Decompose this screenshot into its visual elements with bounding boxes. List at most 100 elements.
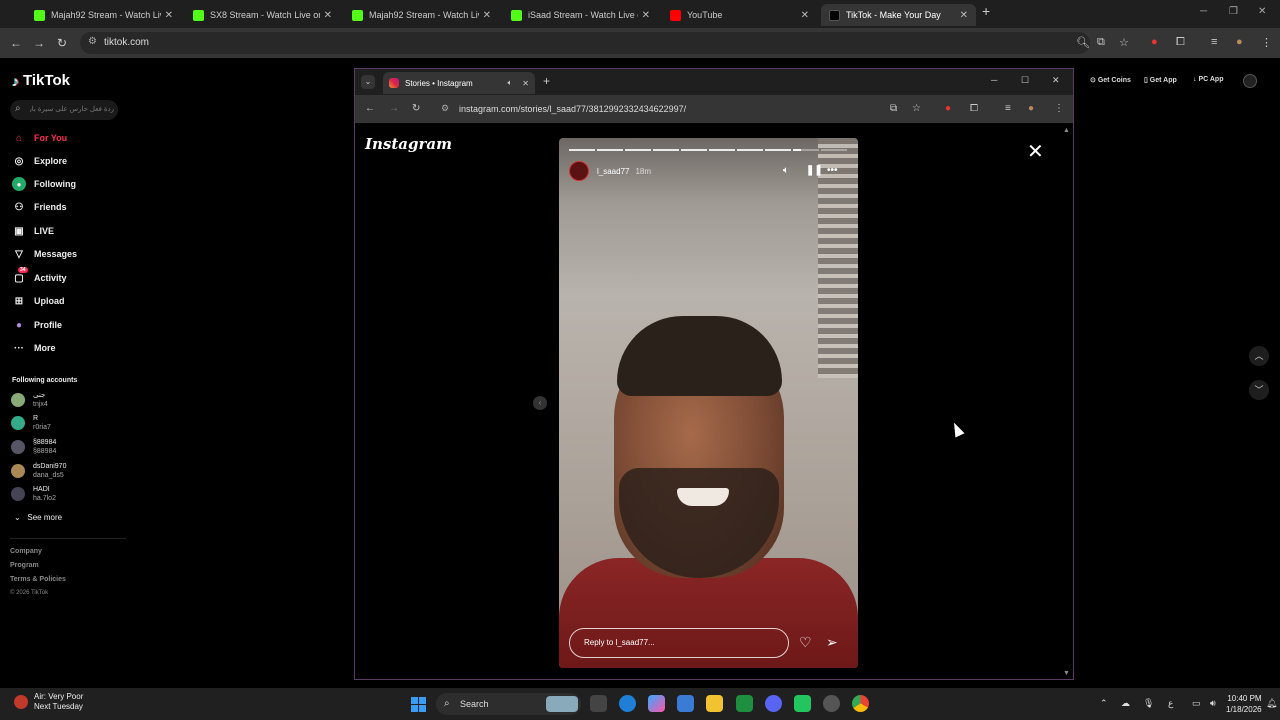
browser-tab[interactable]: Majah92 Stream - Watch Live o ✕ xyxy=(344,4,499,26)
store-icon[interactable] xyxy=(677,695,694,712)
nav-activity[interactable]: ▢ 34 Activity xyxy=(12,267,67,286)
footer-link[interactable]: Program xyxy=(10,562,39,569)
zoom-icon[interactable]: 🔍︎ xyxy=(1076,36,1090,49)
previous-story-button[interactable]: ‹ xyxy=(533,396,547,410)
steam-icon[interactable] xyxy=(823,695,840,712)
close-icon[interactable]: ✕ xyxy=(483,10,491,21)
address-bar[interactable]: ⚙ tiktok.com xyxy=(80,32,1090,54)
nav-friends[interactable]: ⚇ Friends xyxy=(12,199,67,215)
site-info-icon[interactable]: ⚙ xyxy=(441,103,449,114)
forward-icon[interactable]: → xyxy=(33,36,45,50)
taskbar-search[interactable]: ⌕ Search xyxy=(436,693,581,715)
tray-overflow-icon[interactable]: ⌃ xyxy=(1100,698,1108,709)
network-icon[interactable]: ▭ xyxy=(1192,698,1201,709)
browser-tab-active[interactable]: TikTok - Make Your Day ✕ xyxy=(821,4,976,26)
popup-tab-active[interactable]: Stories • Instagram 🔈︎ ✕ xyxy=(383,72,535,94)
volume-icon[interactable]: 🔈︎ xyxy=(783,165,789,176)
file-explorer-icon[interactable] xyxy=(706,695,723,712)
extension-icon[interactable]: ● xyxy=(1151,36,1158,48)
account-item[interactable]: dsDani970 dana_ds5 xyxy=(11,461,66,481)
clock[interactable]: 10:40 PM 1/18/2026 xyxy=(1226,693,1262,715)
close-story-button[interactable]: ✕ xyxy=(1027,139,1044,164)
search-input[interactable]: ⌕ ردة فعل حارس على سيرة بارد xyxy=(10,100,118,120)
close-icon[interactable]: ✕ xyxy=(801,10,809,21)
nav-messages[interactable]: ▽ Messages xyxy=(12,246,77,262)
reply-input[interactable]: Reply to l_saad77... xyxy=(569,628,789,658)
get-coins-button[interactable]: ⊙ Get Coins xyxy=(1090,76,1131,84)
pause-icon[interactable]: ❚❚ xyxy=(806,165,823,176)
microphone-icon[interactable]: 🎙︎ xyxy=(1143,698,1154,709)
close-window-button[interactable]: ✕ xyxy=(1258,6,1266,17)
browser-tab[interactable]: SX8 Stream - Watch Live on Ki ✕ xyxy=(185,4,340,26)
notification-bell-icon[interactable]: 🔔︎ xyxy=(1266,698,1277,709)
copilot-icon[interactable] xyxy=(648,695,665,712)
nav-for-you[interactable]: ⌂ For You xyxy=(12,130,67,146)
forward-icon[interactable]: → xyxy=(389,103,399,114)
send-icon[interactable]: ➢ xyxy=(826,634,838,651)
start-button[interactable] xyxy=(411,697,426,712)
extensions-puzzle-icon[interactable]: ⧠ xyxy=(1176,36,1185,49)
popup-address-bar[interactable]: ⚙ instagram.com/stories/l_saad77/3812992… xyxy=(431,99,701,119)
reload-icon[interactable]: ↻ xyxy=(412,103,420,114)
extensions-puzzle-icon[interactable]: ⧠ xyxy=(970,103,978,114)
new-tab-button[interactable]: + xyxy=(543,74,550,88)
app-icon[interactable] xyxy=(794,695,811,712)
browser-tab[interactable]: YouTube ✕ xyxy=(662,4,817,26)
minimize-button[interactable]: ─ xyxy=(1200,6,1207,17)
open-in-window-icon[interactable]: ⧉ xyxy=(890,103,897,114)
minimize-button[interactable]: ─ xyxy=(991,75,997,85)
account-item[interactable]: جنى tnjx4 xyxy=(11,390,48,410)
tab-search-icon[interactable]: ⌄ xyxy=(361,75,375,89)
close-icon[interactable]: ✕ xyxy=(960,10,968,21)
footer-link[interactable]: Company xyxy=(10,548,42,555)
nav-profile[interactable]: ● Profile xyxy=(12,317,62,333)
bookmark-star-icon[interactable]: ☆ xyxy=(1119,36,1129,49)
instagram-logo[interactable]: Instagram xyxy=(365,135,452,153)
heart-icon[interactable]: ♡ xyxy=(799,634,812,651)
tiktok-logo[interactable]: ♪ TikTok xyxy=(12,72,70,89)
back-icon[interactable]: ← xyxy=(10,36,22,50)
chrome-icon[interactable] xyxy=(852,695,869,712)
task-view-icon[interactable] xyxy=(590,695,607,712)
menu-kebab-icon[interactable]: ⋮ xyxy=(1261,36,1272,49)
avatar[interactable] xyxy=(569,161,589,181)
media-control-icon[interactable]: ≡ xyxy=(1005,103,1011,114)
close-window-button[interactable]: ✕ xyxy=(1052,75,1060,86)
browser-tab[interactable]: iSaad Stream - Watch Live on K ✕ xyxy=(503,4,658,26)
close-icon[interactable]: ✕ xyxy=(642,10,650,21)
browser-tab[interactable]: Majah92 Stream - Watch Live o ✕ xyxy=(26,4,181,26)
more-options-icon[interactable]: ••• xyxy=(827,165,838,176)
menu-kebab-icon[interactable]: ⋮ xyxy=(1054,103,1064,114)
chevron-up-icon[interactable]: ︿ xyxy=(1249,346,1269,366)
new-tab-button[interactable]: + xyxy=(982,3,990,19)
site-info-icon[interactable]: ⚙ xyxy=(88,36,97,47)
edge-icon[interactable] xyxy=(619,695,636,712)
nav-upload[interactable]: ⊞ Upload xyxy=(12,293,65,309)
maximize-button[interactable]: ☐ xyxy=(1021,75,1029,86)
speaker-icon[interactable]: 🔈︎ xyxy=(507,78,512,88)
maximize-button[interactable]: ❐ xyxy=(1229,6,1238,17)
see-more-button[interactable]: ⌄ See more xyxy=(14,513,62,522)
install-icon[interactable]: ⧉ xyxy=(1097,36,1105,49)
chevron-down-icon[interactable]: ﹀ xyxy=(1249,380,1269,400)
onedrive-icon[interactable]: ☁ xyxy=(1121,698,1130,709)
close-icon[interactable]: ✕ xyxy=(522,79,529,88)
story-viewer[interactable]: l_saad77 18m 🔈︎ ❚❚ ••• Reply to l_saad77… xyxy=(559,138,858,668)
avatar[interactable] xyxy=(1243,74,1257,88)
nav-live[interactable]: ▣ LIVE xyxy=(12,223,54,239)
extension-icon[interactable]: ● xyxy=(945,103,951,114)
scroll-down-icon[interactable]: ▼ xyxy=(1063,670,1070,677)
get-app-button[interactable]: ▯ Get App xyxy=(1144,76,1177,84)
scroll-up-icon[interactable]: ▲ xyxy=(1063,127,1070,134)
volume-icon[interactable]: 🔊︎ xyxy=(1210,698,1216,709)
media-control-icon[interactable]: ≡ xyxy=(1211,36,1217,48)
pc-app-button[interactable]: ↓ PC App xyxy=(1193,76,1223,83)
xbox-icon[interactable] xyxy=(736,695,753,712)
account-item[interactable]: Rr0ria7 xyxy=(11,413,51,433)
account-item[interactable]: §88984 §88984 xyxy=(11,437,56,457)
nav-following[interactable]: ● Following xyxy=(12,176,76,192)
close-icon[interactable]: ✕ xyxy=(324,10,332,21)
reload-icon[interactable]: ↻ xyxy=(57,36,67,50)
bookmark-star-icon[interactable]: ☆ xyxy=(912,103,921,114)
story-username[interactable]: l_saad77 xyxy=(597,167,629,176)
